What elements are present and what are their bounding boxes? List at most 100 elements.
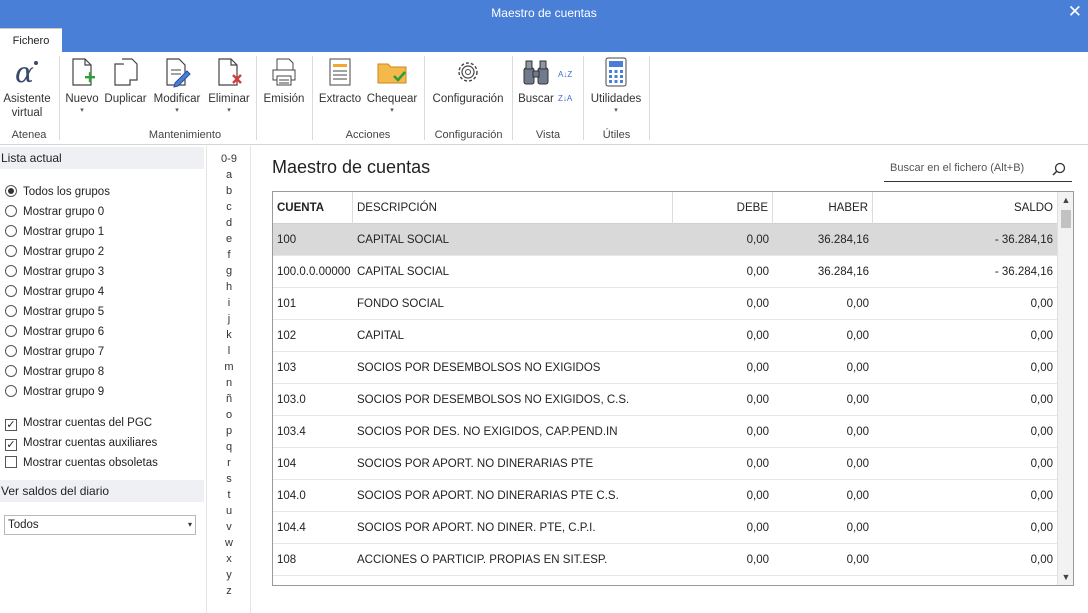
alpha-index-item[interactable]: w <box>207 536 251 550</box>
alpha-index-item[interactable]: x <box>207 552 251 566</box>
radio-button[interactable] <box>5 225 17 237</box>
table-row[interactable]: 100.0.0.00000 CAPITAL SOCIAL 0,00 36.284… <box>273 256 1057 288</box>
search-icon[interactable] <box>1052 161 1066 176</box>
table-row[interactable]: 103.4 SOCIOS POR DES. NO EXIGIDOS, CAP.P… <box>273 416 1057 448</box>
alpha-index-item[interactable]: s <box>207 472 251 486</box>
alpha-index-item[interactable]: u <box>207 504 251 518</box>
alpha-index-item[interactable]: o <box>207 408 251 422</box>
alpha-index-item[interactable]: y <box>207 568 251 582</box>
alpha-index-item[interactable]: a <box>207 168 251 182</box>
buscar-button[interactable]: Buscar <box>516 56 556 106</box>
cell-saldo: 0,00 <box>1030 490 1053 502</box>
table-row[interactable]: 103 SOCIOS POR DESEMBOLSOS NO EXIGIDOS 0… <box>273 352 1057 384</box>
column-header-descripcion[interactable]: DESCRIPCIÓN <box>353 192 673 224</box>
alpha-index-item[interactable]: l <box>207 344 251 358</box>
emision-button[interactable]: Emisión <box>260 56 308 106</box>
check-cuentas-pgc[interactable]: ✓ Mostrar cuentas del PGC <box>5 415 152 431</box>
radio-grupo-6[interactable]: Mostrar grupo 6 <box>5 324 104 340</box>
radio-label: Mostrar grupo 7 <box>23 346 105 358</box>
alpha-index-item[interactable]: e <box>207 232 251 246</box>
nuevo-button[interactable]: Nuevo ▾ <box>62 56 102 115</box>
column-header-saldo[interactable]: SALDO <box>873 192 1057 224</box>
column-header-debe[interactable]: DEBE <box>673 192 773 224</box>
configuracion-button[interactable]: Configuración <box>428 56 508 106</box>
alpha-index-item[interactable]: i <box>207 296 251 310</box>
radio-button[interactable] <box>5 205 17 217</box>
alpha-index-item[interactable]: z <box>207 584 251 598</box>
scroll-down-icon[interactable]: ▼ <box>1058 569 1073 585</box>
check-cuentas-obsoletas[interactable]: Mostrar cuentas obsoletas <box>5 455 158 471</box>
eliminar-button[interactable]: Eliminar ▾ <box>206 56 252 115</box>
radio-button[interactable] <box>5 245 17 257</box>
alpha-index-item[interactable]: c <box>207 200 251 214</box>
column-header-cuenta[interactable]: CUENTA <box>273 192 353 224</box>
alpha-index-item[interactable]: n <box>207 376 251 390</box>
alpha-index-item[interactable]: p <box>207 424 251 438</box>
checkbox[interactable] <box>5 456 17 468</box>
alpha-index-item[interactable]: q <box>207 440 251 454</box>
table-row[interactable]: 100 CAPITAL SOCIAL 0,00 36.284,16 - 36.2… <box>273 224 1057 256</box>
alpha-index-item[interactable]: g <box>207 264 251 278</box>
radio-grupo-2[interactable]: Mostrar grupo 2 <box>5 244 104 260</box>
checkbox[interactable]: ✓ <box>5 419 17 431</box>
extract-icon <box>324 56 356 88</box>
radio-button[interactable] <box>5 305 17 317</box>
radio-grupo-4[interactable]: Mostrar grupo 4 <box>5 284 104 300</box>
radio-button[interactable] <box>5 385 17 397</box>
modificar-button[interactable]: Modificar ▾ <box>150 56 204 115</box>
chequear-button[interactable]: Chequear ▾ <box>365 56 419 115</box>
checkbox[interactable]: ✓ <box>5 439 17 451</box>
utilidades-button[interactable]: Utilidades ▾ <box>587 56 645 115</box>
alpha-index-item[interactable]: v <box>207 520 251 534</box>
radio-grupo-5[interactable]: Mostrar grupo 5 <box>5 304 104 320</box>
asistente-virtual-button[interactable]: α Asistente virtual <box>2 56 52 120</box>
radio-grupo-7[interactable]: Mostrar grupo 7 <box>5 344 104 360</box>
alpha-index-item[interactable]: ñ <box>207 392 251 406</box>
radio-grupo-8[interactable]: Mostrar grupo 8 <box>5 364 104 380</box>
radio-button[interactable] <box>5 325 17 337</box>
table-row[interactable]: 101 FONDO SOCIAL 0,00 0,00 0,00 <box>273 288 1057 320</box>
check-cuentas-auxiliares[interactable]: ✓ Mostrar cuentas auxiliares <box>5 435 157 451</box>
radio-grupo-3[interactable]: Mostrar grupo 3 <box>5 264 104 280</box>
radio-button[interactable] <box>5 365 17 377</box>
radio-grupo-0[interactable]: Mostrar grupo 0 <box>5 204 104 220</box>
vertical-scrollbar[interactable]: ▲ ▼ <box>1057 192 1073 585</box>
table-row[interactable]: 104.4 SOCIOS POR APORT. NO DINER. PTE, C… <box>273 512 1057 544</box>
close-icon[interactable]: ✕ <box>1068 0 1082 24</box>
group-label-atenea: Atenea <box>11 129 47 141</box>
table-row[interactable]: 104 SOCIOS POR APORT. NO DINERARIAS PTE … <box>273 448 1057 480</box>
table-row[interactable]: 104.0 SOCIOS POR APORT. NO DINERARIAS PT… <box>273 480 1057 512</box>
scrollbar-thumb[interactable] <box>1061 210 1071 228</box>
radio-grupo-9[interactable]: Mostrar grupo 9 <box>5 384 104 400</box>
alpha-index-item[interactable]: d <box>207 216 251 230</box>
chevron-down-icon: ▾ <box>175 107 179 114</box>
radio-todos-los-grupos[interactable]: Todos los grupos <box>5 184 110 200</box>
chevron-down-icon: ▾ <box>390 107 394 114</box>
saldos-select[interactable]: Todos ▾ <box>4 515 196 535</box>
sort-ascending-icon[interactable]: A↓Z <box>558 70 576 79</box>
alpha-index-item[interactable]: f <box>207 248 251 262</box>
alpha-index-item[interactable]: r <box>207 456 251 470</box>
sort-descending-icon[interactable]: Z↓A <box>558 94 576 103</box>
alpha-index-item[interactable]: j <box>207 312 251 326</box>
alpha-index-item[interactable]: k <box>207 328 251 342</box>
tab-fichero[interactable]: Fichero <box>0 28 62 52</box>
radio-button[interactable] <box>5 185 17 197</box>
radio-button[interactable] <box>5 285 17 297</box>
duplicar-button[interactable]: Duplicar <box>103 56 148 106</box>
alpha-index-item[interactable]: t <box>207 488 251 502</box>
column-header-haber[interactable]: HABER <box>773 192 873 224</box>
extracto-button[interactable]: Extracto <box>316 56 364 106</box>
search-input[interactable]: Buscar en el fichero (Alt+B) <box>884 156 1072 182</box>
alpha-index-item[interactable]: m <box>207 360 251 374</box>
table-row[interactable]: 103.0 SOCIOS POR DESEMBOLSOS NO EXIGIDOS… <box>273 384 1057 416</box>
alpha-index-item[interactable]: b <box>207 184 251 198</box>
table-row[interactable]: 108 ACCIONES O PARTICIP. PROPIAS EN SIT.… <box>273 544 1057 576</box>
radio-button[interactable] <box>5 345 17 357</box>
table-row[interactable]: 102 CAPITAL 0,00 0,00 0,00 <box>273 320 1057 352</box>
alpha-index-item[interactable]: h <box>207 280 251 294</box>
radio-grupo-1[interactable]: Mostrar grupo 1 <box>5 224 104 240</box>
alpha-index-item[interactable]: 0-9 <box>207 152 251 166</box>
radio-button[interactable] <box>5 265 17 277</box>
scroll-up-icon[interactable]: ▲ <box>1058 192 1073 208</box>
